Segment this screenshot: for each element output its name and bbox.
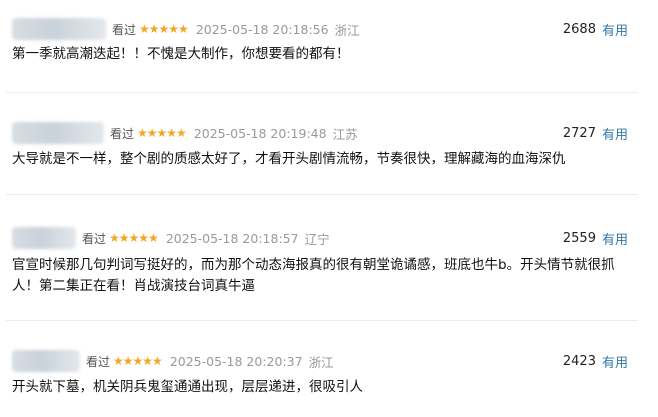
comment-location: 浙江	[308, 354, 334, 370]
comment-text: 官宣时候那几句判词写挺好的，而为那个动态海报真的很有朝堂诡谲感，班底也牛b。开头…	[12, 257, 615, 294]
rating-stars: ★★★★★	[139, 22, 189, 36]
comment-text: 开头就下墓，机关阴兵鬼玺通通出现，层层递进，很吸引人	[12, 379, 363, 395]
comment-meta: 看过 ★★★★★ 2025-05-18 20:18:57 辽宁	[12, 225, 330, 251]
comment-time: 2025-05-18 20:18:57	[165, 230, 299, 246]
watched-label: 看过	[110, 126, 135, 141]
watched-label: 看过	[112, 22, 137, 37]
comment-location: 辽宁	[304, 231, 330, 247]
watched-label: 看过	[86, 354, 111, 369]
comment-meta: 看过 ★★★★★ 2025-05-18 20:18:56 浙江	[12, 16, 360, 42]
blurred-username[interactable]	[12, 227, 76, 249]
vote-count: 2688	[562, 21, 596, 37]
rating-stars: ★★★★★	[113, 354, 163, 368]
comment-location: 江苏	[332, 126, 358, 142]
vote-area: 2423 有用	[563, 348, 628, 374]
vote-count: 2559	[562, 230, 596, 246]
comment-time: 2025-05-18 20:18:56	[195, 21, 329, 37]
rating-stars: ★★★★★	[109, 231, 159, 245]
watched-label: 看过	[82, 231, 107, 246]
comment-text: 第一季就高潮迭起！！不愧是大制作，你想要看的都有！	[12, 46, 350, 62]
comment-meta: 看过 ★★★★★ 2025-05-18 20:19:48 江苏	[12, 120, 358, 146]
comment-time: 2025-05-18 20:19:48	[193, 125, 327, 141]
vote-count: 2727	[562, 125, 596, 141]
comment-time: 2025-05-18 20:20:37	[169, 353, 303, 369]
useful-button[interactable]: 有用	[602, 124, 628, 143]
vote-count: 2423	[562, 353, 596, 369]
blurred-username[interactable]	[12, 18, 106, 40]
divider	[6, 194, 638, 195]
vote-area: 2559 有用	[563, 225, 628, 251]
comment-location: 浙江	[334, 22, 360, 38]
comment-meta: 看过 ★★★★★ 2025-05-18 20:20:37 浙江	[12, 348, 334, 374]
useful-button[interactable]: 有用	[602, 229, 628, 248]
divider	[6, 320, 638, 321]
comment-list: 看过 ★★★★★ 2025-05-18 20:18:56 浙江 2688 有用 …	[0, 0, 658, 417]
useful-button[interactable]: 有用	[602, 20, 628, 39]
blurred-username[interactable]	[12, 350, 80, 372]
vote-area: 2727 有用	[563, 120, 628, 146]
comment-text: 大导就是不一样，整个剧的质感太好了，才看开头剧情流畅，节奏很快，理解藏海的血海深…	[12, 151, 566, 167]
divider	[6, 92, 638, 93]
rating-stars: ★★★★★	[137, 126, 187, 140]
useful-button[interactable]: 有用	[602, 352, 628, 371]
vote-area: 2688 有用	[563, 16, 628, 42]
blurred-username[interactable]	[12, 122, 104, 144]
